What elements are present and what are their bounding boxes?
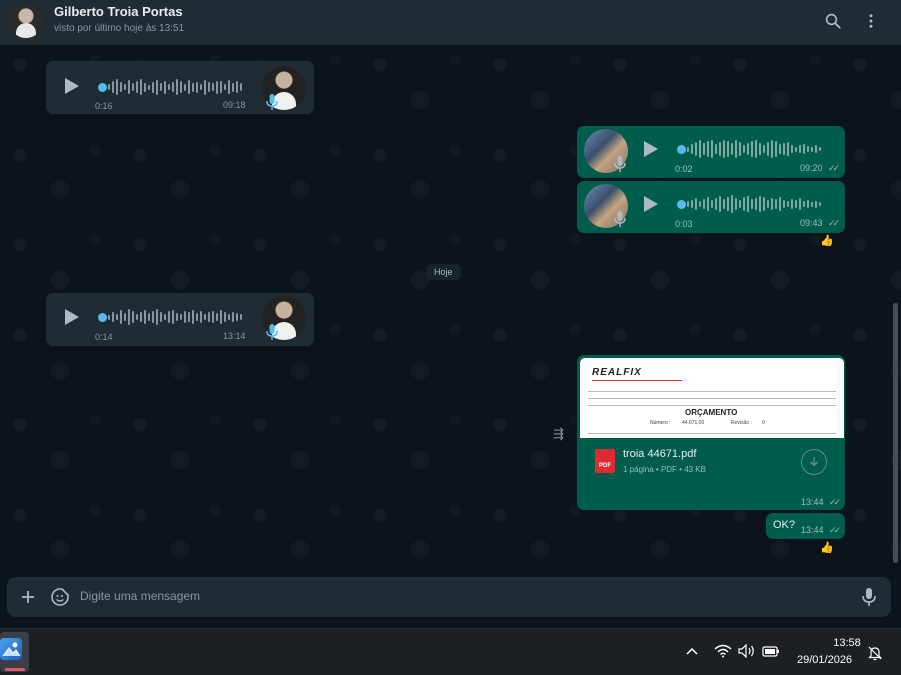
message-time: 13:44 — [801, 525, 824, 535]
taskbar-clock-date[interactable]: 29/01/2026 — [797, 654, 852, 666]
message-input[interactable]: Digite uma mensagem — [80, 589, 200, 603]
document-name[interactable]: troia 44671.pdf — [623, 448, 696, 460]
mic-icon — [266, 324, 278, 340]
message-time: 09:20 — [800, 163, 823, 173]
notifications-icon[interactable] — [866, 644, 884, 662]
chat-header: Gilberto Troia Portas visto por último h… — [0, 0, 901, 45]
play-icon[interactable] — [644, 196, 658, 212]
voice-duration: 0:03 — [675, 219, 693, 229]
pdf-revisao-label: Revisão : — [731, 420, 752, 426]
mic-record-icon[interactable] — [861, 587, 877, 607]
contact-status: visto por último hoje às 13:51 — [54, 23, 185, 34]
text-message[interactable]: OK? 13:44 ✓✓ — [766, 513, 845, 539]
mic-icon — [614, 211, 626, 227]
pdf-logo: REALFIX — [592, 367, 642, 378]
contact-avatar[interactable] — [9, 4, 43, 38]
pdf-file-icon: PDF — [595, 449, 615, 473]
voice-waveform[interactable] — [687, 139, 821, 159]
attach-plus-icon[interactable] — [19, 588, 37, 606]
download-button[interactable] — [801, 449, 827, 475]
volume-icon[interactable] — [738, 642, 756, 660]
pdf-preview[interactable]: REALFIX ORÇAMENTO Número : 44.671,00 Rev… — [580, 358, 844, 438]
pdf-revisao: 0 — [762, 420, 765, 426]
search-icon[interactable] — [823, 11, 843, 31]
contact-name[interactable]: Gilberto Troia Portas — [54, 4, 183, 19]
voice-progress-dot[interactable] — [98, 83, 107, 92]
battery-icon[interactable] — [762, 642, 780, 660]
voice-message-out-1[interactable]: 0:02 09:20 ✓✓ — [577, 126, 845, 178]
wifi-icon[interactable] — [714, 642, 732, 660]
sticker-emoji-icon[interactable] — [50, 587, 70, 607]
read-receipt-icon: ✓✓ — [828, 163, 840, 173]
mic-icon — [266, 94, 278, 110]
pdf-doc-title: ORÇAMENTO — [685, 408, 738, 417]
read-receipt-icon: ✓✓ — [829, 525, 841, 535]
reaction-thumbs-up[interactable]: 👍 — [820, 234, 834, 247]
document-meta: 1 página • PDF • 43 KB — [623, 465, 706, 474]
pdf-numero-label: Número : — [650, 420, 671, 426]
voice-waveform[interactable] — [687, 194, 821, 214]
mic-icon — [614, 156, 626, 172]
read-receipt-icon: ✓✓ — [828, 218, 840, 228]
voice-duration: 0:02 — [675, 164, 693, 174]
photos-app-icon[interactable] — [0, 638, 22, 660]
forward-icon[interactable]: ⇶ — [553, 426, 564, 442]
reaction-thumbs-up[interactable]: 👍 — [820, 541, 834, 554]
voice-message-in-2[interactable]: 0:14 13:14 — [46, 293, 314, 346]
voice-waveform[interactable] — [108, 307, 242, 327]
voice-message-in-1[interactable]: 0:16 09:18 — [46, 61, 314, 114]
taskbar-clock-time[interactable]: 13:58 — [827, 637, 867, 649]
play-icon[interactable] — [644, 141, 658, 157]
play-icon[interactable] — [65, 309, 79, 325]
menu-dots-icon[interactable] — [861, 11, 881, 31]
whatsapp-window: Gilberto Troia Portas visto por último h… — [0, 0, 901, 628]
voice-duration: 0:16 — [95, 101, 113, 111]
message-time: 09:43 — [800, 218, 823, 228]
voice-message-out-2[interactable]: 0:03 09:43 ✓✓ — [577, 181, 845, 233]
download-icon — [809, 457, 819, 467]
voice-waveform[interactable] — [108, 77, 242, 97]
tray-chevron-up-icon[interactable] — [683, 642, 701, 660]
play-icon[interactable] — [65, 78, 79, 94]
message-time: 13:14 — [223, 331, 246, 341]
voice-duration: 0:14 — [95, 332, 113, 342]
voice-progress-dot[interactable] — [677, 145, 686, 154]
message-text: OK? — [773, 519, 796, 531]
voice-progress-dot[interactable] — [98, 313, 107, 322]
message-time: 09:18 — [223, 100, 246, 110]
taskbar-active-indicator — [5, 668, 25, 671]
read-receipt-icon: ✓✓ — [829, 497, 841, 507]
pdf-numero: 44.671,00 — [682, 420, 705, 426]
message-time: 13:44 — [801, 497, 824, 507]
chat-scrollbar-thumb[interactable] — [893, 303, 898, 563]
voice-progress-dot[interactable] — [677, 200, 686, 209]
date-divider: Hoje — [426, 264, 461, 280]
